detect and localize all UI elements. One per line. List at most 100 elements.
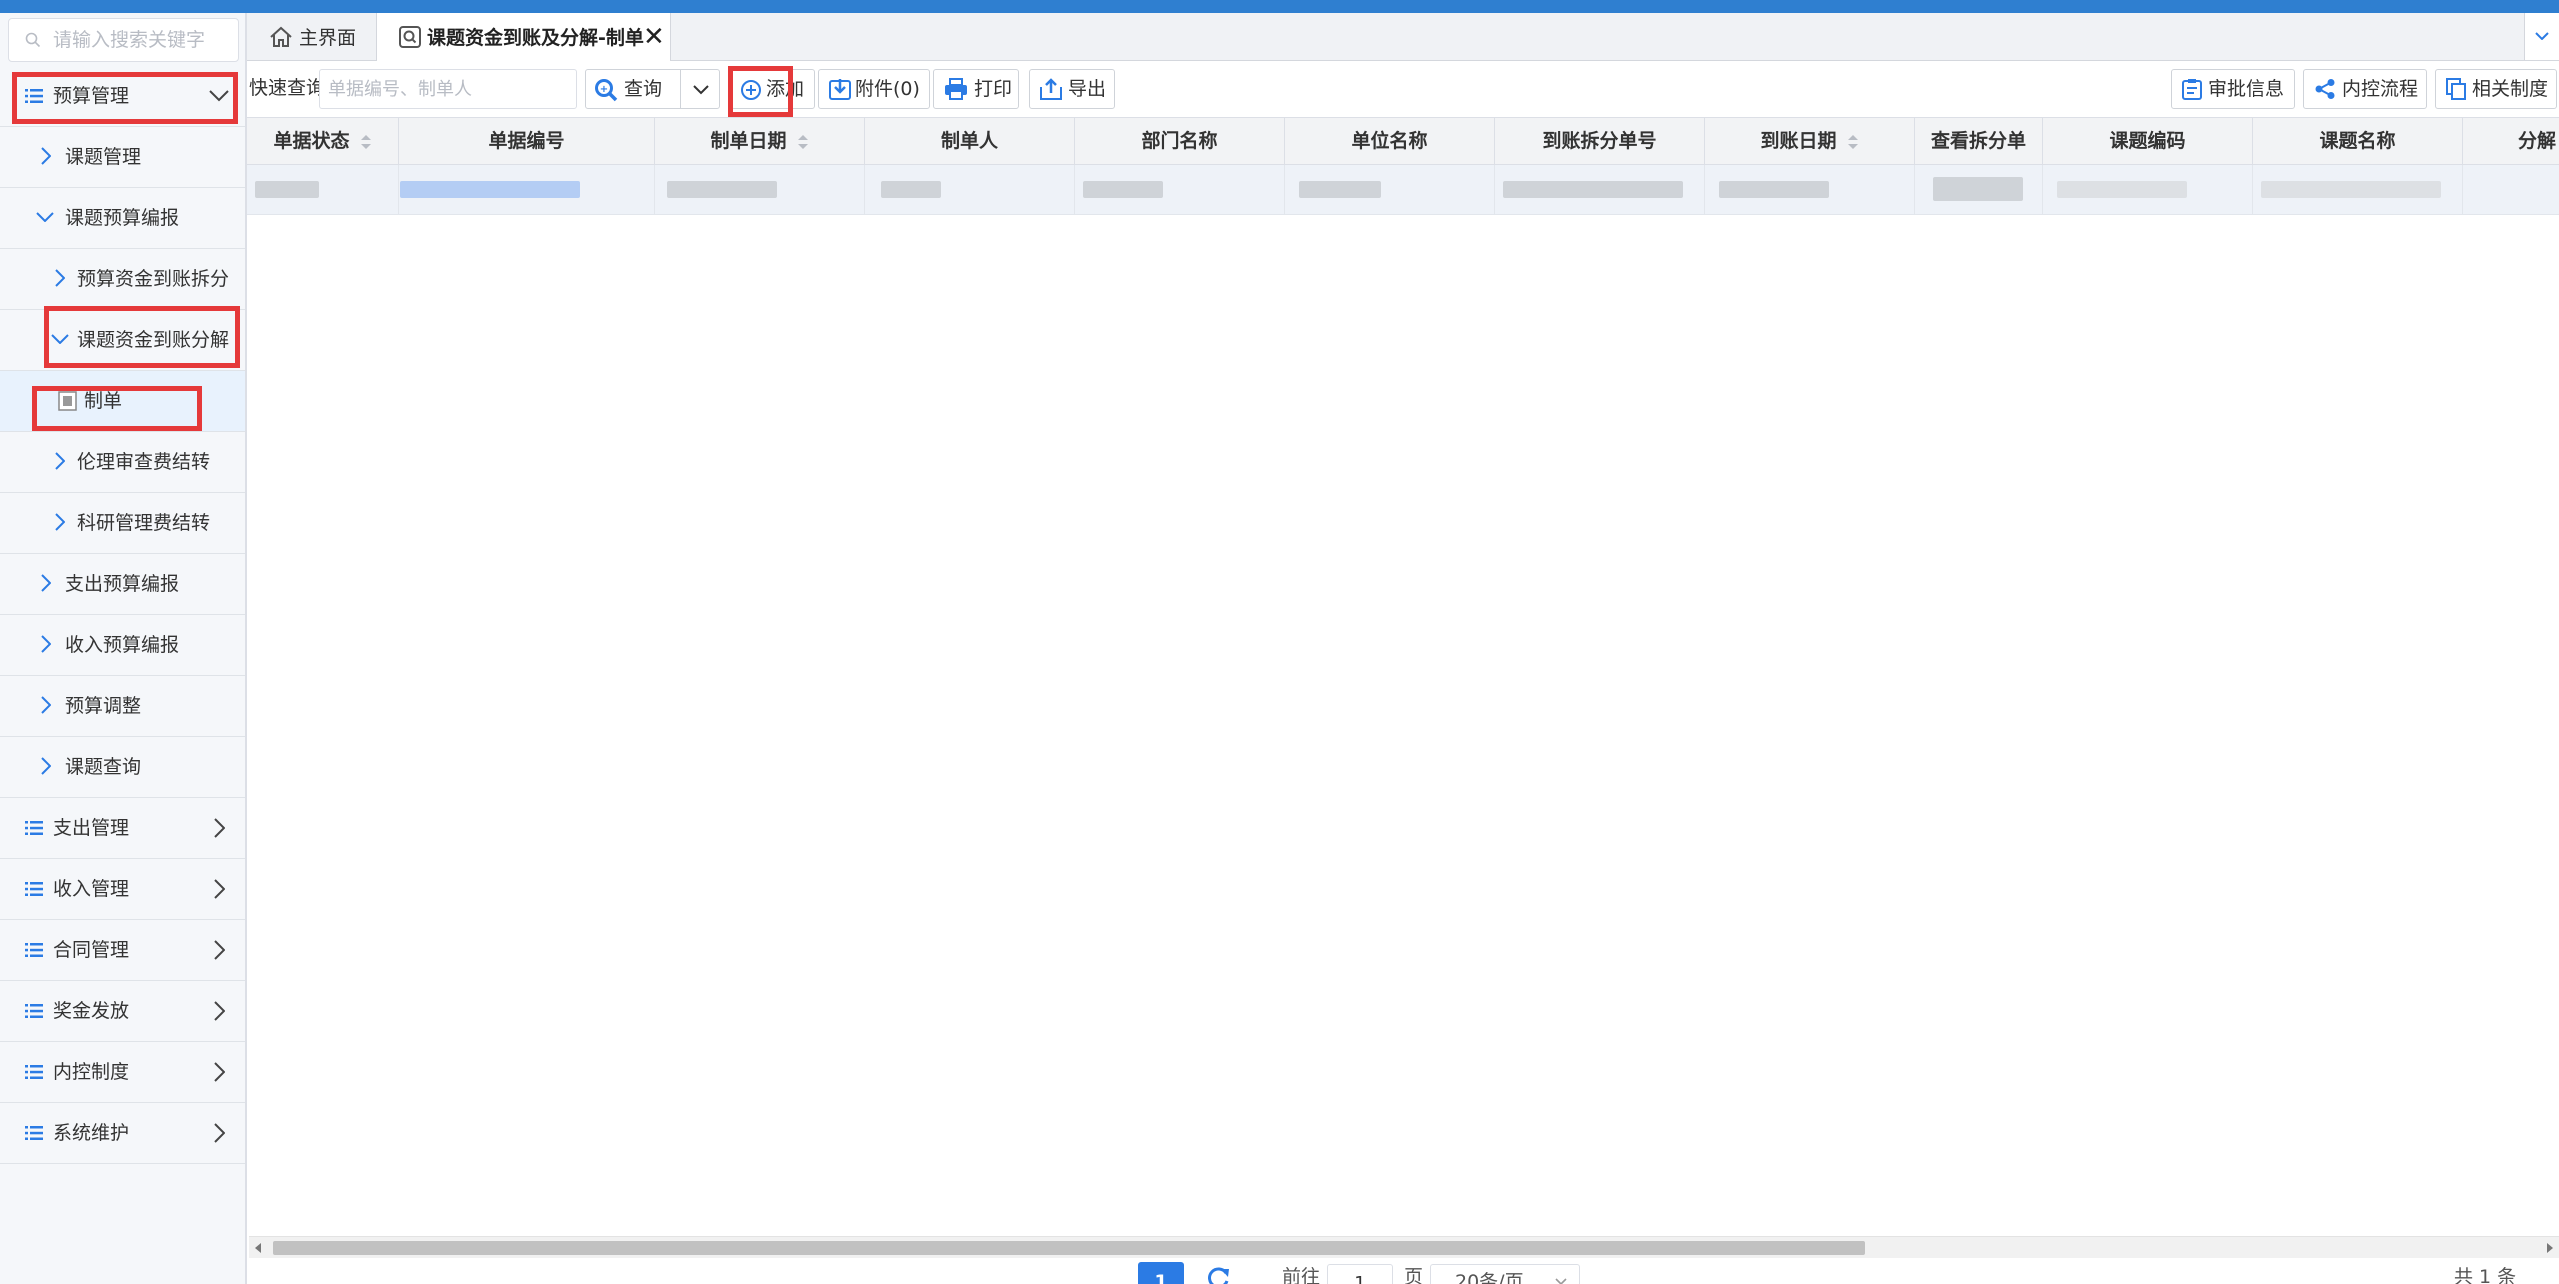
tab-label: 主界面: [299, 27, 357, 49]
query-dropdown-button[interactable]: [680, 69, 720, 109]
search-icon: [25, 32, 41, 48]
tab-dropdown-button[interactable]: [2524, 13, 2559, 60]
export-label: 导出: [1068, 78, 1107, 100]
nav-label: 预算管理: [53, 85, 130, 107]
refresh-icon[interactable]: [1204, 1264, 1232, 1284]
quick-search-input[interactable]: [319, 69, 577, 109]
cell-status: [247, 165, 399, 214]
nav-project-management[interactable]: 课题管理: [0, 127, 245, 188]
nav-income-management[interactable]: 收入管理: [0, 859, 245, 920]
nav-bonus-payment[interactable]: 奖金发放: [0, 981, 245, 1042]
column-header-unit[interactable]: 单位名称: [1285, 118, 1495, 164]
chevron-right-icon: [41, 757, 51, 775]
goto-page-input[interactable]: [1327, 1264, 1393, 1284]
nav-internal-control[interactable]: 内控制度: [0, 1042, 245, 1103]
close-icon[interactable]: ✕: [643, 24, 665, 50]
query-button[interactable]: + 查询: [585, 69, 681, 109]
control-flow-button[interactable]: 内控流程: [2303, 69, 2427, 109]
nav-budget-adjust[interactable]: 预算调整: [0, 676, 245, 737]
column-header-label: 分解: [2518, 130, 2557, 152]
nav-project-fund-decompose[interactable]: 课题资金到账分解: [0, 310, 245, 371]
cell-split-no: [1495, 165, 1705, 214]
nav-project-budget-report[interactable]: 课题预算编报: [0, 188, 245, 249]
nav-income-budget-report[interactable]: 收入预算编报: [0, 615, 245, 676]
related-rules-button[interactable]: 相关制度: [2435, 69, 2557, 109]
cell-voucher-no[interactable]: [399, 165, 655, 214]
tab-fund-decompose-voucher[interactable]: 课题资金到账及分解-制单 ✕: [377, 13, 671, 61]
tab-home[interactable]: 主界面: [247, 13, 377, 61]
sort-icon[interactable]: [360, 133, 372, 151]
column-header-project-name[interactable]: 课题名称: [2253, 118, 2463, 164]
export-button[interactable]: 导出: [1029, 69, 1115, 109]
nav-contract-management[interactable]: 合同管理: [0, 920, 245, 981]
attachment-button[interactable]: 附件(0): [818, 69, 930, 109]
chevron-right-icon: [41, 147, 51, 165]
redacted-link[interactable]: [400, 181, 580, 198]
chevron-right-icon: [41, 696, 51, 714]
chevron-down-icon: [2535, 32, 2549, 40]
cell-arrival-date: [1705, 165, 1915, 214]
column-header-project-code[interactable]: 课题编码: [2043, 118, 2253, 164]
column-header-department[interactable]: 部门名称: [1075, 118, 1285, 164]
list-icon: [25, 89, 43, 103]
query-label: 查询: [624, 78, 663, 100]
column-header-date[interactable]: 制单日期: [655, 118, 865, 164]
horizontal-scrollbar[interactable]: [249, 1236, 2559, 1258]
column-header-voucher-no[interactable]: 单据编号: [399, 118, 655, 164]
print-button[interactable]: 打印: [933, 69, 1019, 109]
page-size-select[interactable]: 20条/页: [1430, 1264, 1580, 1284]
share-icon: [2315, 79, 2335, 99]
scroll-left-icon[interactable]: [255, 1243, 261, 1253]
list-icon: [25, 1004, 43, 1018]
nav-make-voucher[interactable]: 制单: [0, 371, 245, 432]
table-row[interactable]: [247, 165, 2559, 215]
goto-label: 前往: [1282, 1266, 1321, 1284]
nav-project-query[interactable]: 课题查询: [0, 737, 245, 798]
document-icon: [58, 391, 77, 411]
nav-budget-fund-split[interactable]: 预算资金到账拆分: [0, 249, 245, 310]
column-header-arrival-date[interactable]: 到账日期: [1705, 118, 1915, 164]
chevron-right-icon: [214, 818, 225, 838]
column-header-split-no[interactable]: 到账拆分单号: [1495, 118, 1705, 164]
sidebar-search[interactable]: [8, 18, 239, 62]
column-header-label: 单据状态: [273, 130, 350, 152]
column-header-maker[interactable]: 制单人: [865, 118, 1075, 164]
column-header-view-split[interactable]: 查看拆分单: [1915, 118, 2043, 164]
redacted-text: [1083, 181, 1163, 198]
print-label: 打印: [974, 78, 1013, 100]
redacted-button[interactable]: [1933, 177, 2023, 201]
scroll-right-icon[interactable]: [2547, 1243, 2553, 1253]
sidebar-search-input[interactable]: [51, 21, 235, 59]
printer-icon: [945, 78, 967, 100]
approval-info-label: 审批信息: [2208, 78, 2285, 100]
nav-system-maintenance[interactable]: 系统维护: [0, 1103, 245, 1164]
nav-label: 课题查询: [65, 756, 142, 778]
column-header-decompose[interactable]: 分解: [2463, 118, 2559, 164]
nav-ethics-fee-transfer[interactable]: 伦理审查费结转: [0, 432, 245, 493]
approval-info-button[interactable]: 审批信息: [2171, 69, 2295, 109]
chevron-right-icon: [214, 1062, 225, 1082]
chevron-down-icon: [1555, 1278, 1567, 1284]
column-header-label: 单位名称: [1351, 130, 1428, 152]
nav-research-fee-transfer[interactable]: 科研管理费结转: [0, 493, 245, 554]
sidebar: 预算管理 课题管理 课题预算编报 预算资金到账拆分 课题资金到账分解 制单 伦理…: [0, 13, 247, 1284]
cell-project-name: [2253, 165, 2463, 214]
control-flow-label: 内控流程: [2342, 78, 2419, 100]
add-button[interactable]: 添加: [731, 69, 815, 109]
cell-view-split[interactable]: [1915, 165, 2043, 214]
add-label: 添加: [766, 78, 805, 100]
chevron-right-icon: [214, 1001, 225, 1021]
column-header-label: 课题名称: [2319, 130, 2396, 152]
nav-expense-management[interactable]: 支出管理: [0, 798, 245, 859]
nav-label: 伦理审查费结转: [77, 451, 211, 473]
scrollbar-thumb[interactable]: [273, 1241, 1865, 1255]
page-number-1[interactable]: 1: [1138, 1262, 1184, 1284]
sort-icon[interactable]: [797, 133, 809, 151]
nav-expense-budget-report[interactable]: 支出预算编报: [0, 554, 245, 615]
nav-budget-management[interactable]: 预算管理: [0, 66, 245, 127]
page-size-value: 20条/页: [1455, 1271, 1524, 1284]
sort-icon[interactable]: [1847, 133, 1859, 151]
column-header-status[interactable]: 单据状态: [247, 118, 399, 164]
quick-search-label: 快速查询: [249, 77, 326, 99]
column-header-label: 单据编号: [488, 130, 565, 152]
